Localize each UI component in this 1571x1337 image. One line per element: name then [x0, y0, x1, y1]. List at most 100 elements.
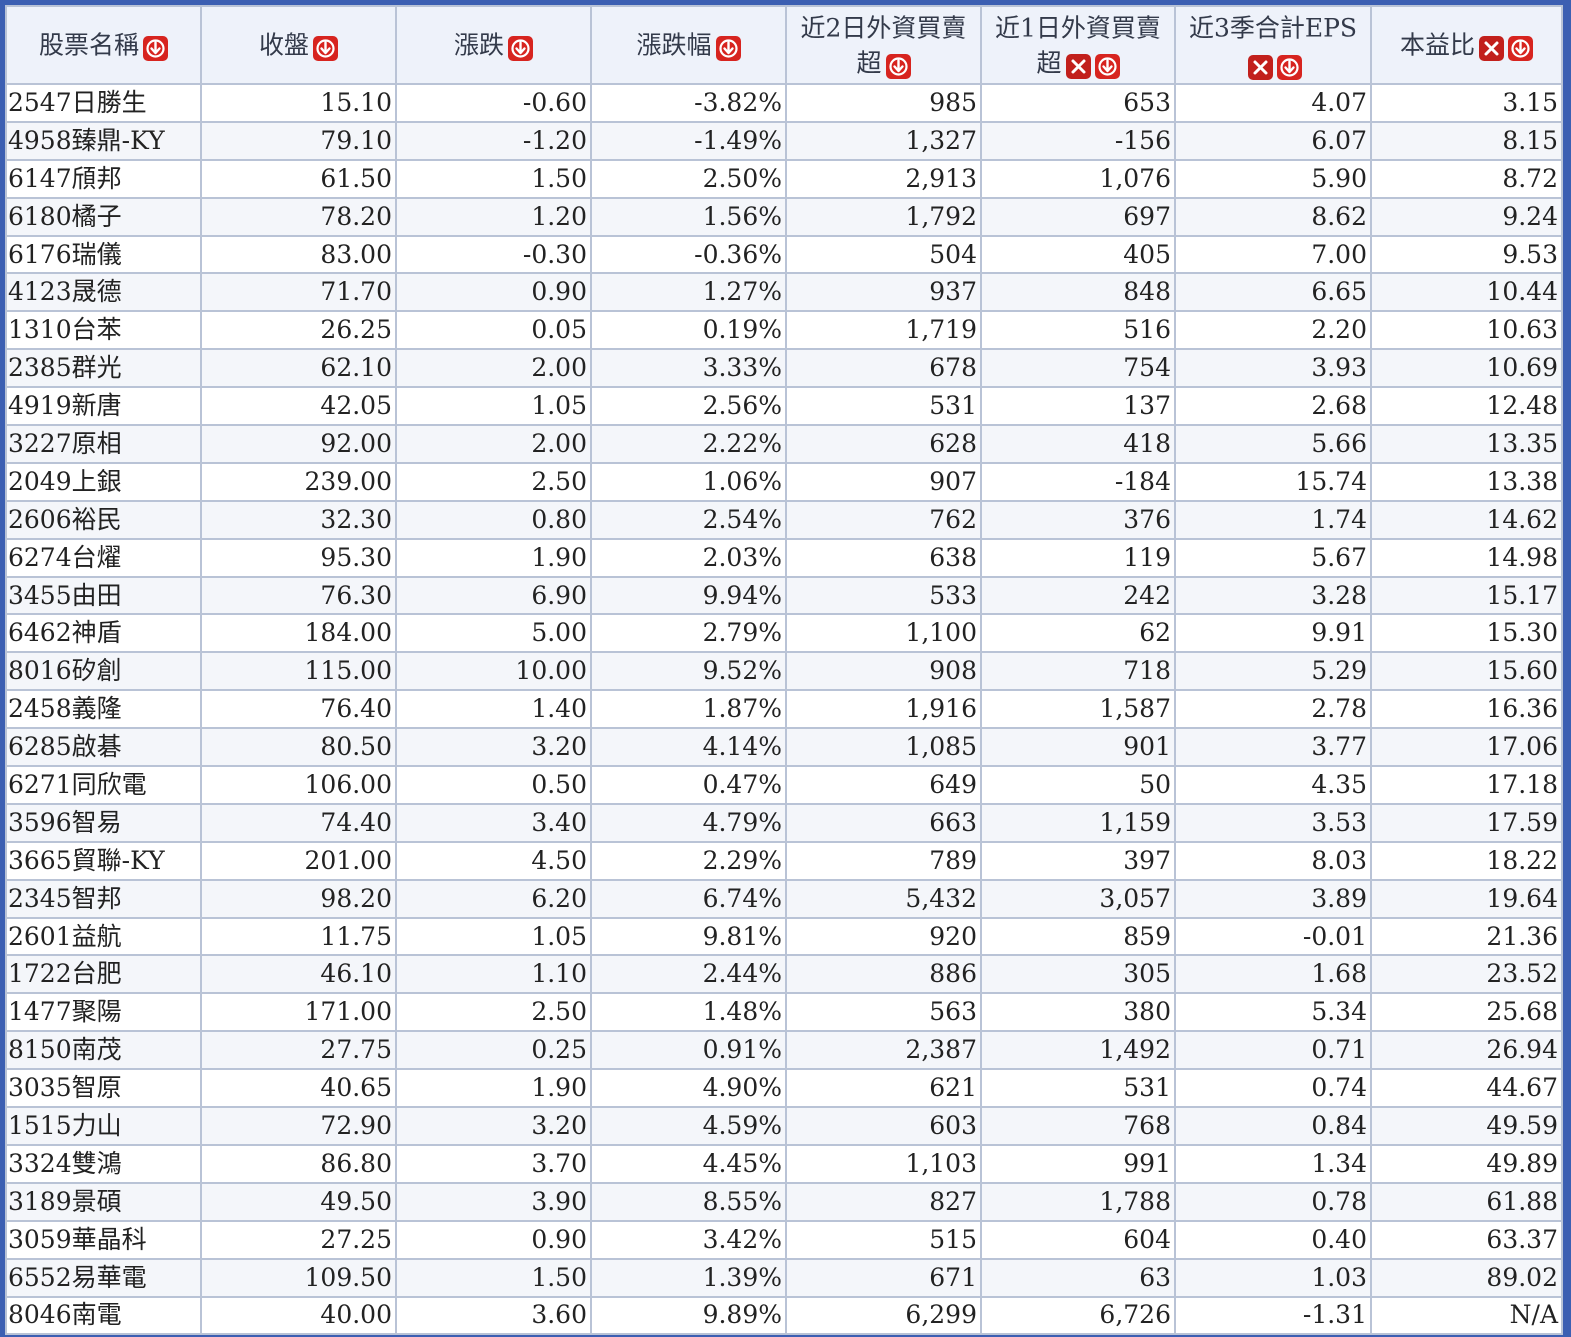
sort-down-icon[interactable] — [1094, 54, 1120, 79]
cell-stock-name[interactable]: 8016矽創 — [5, 651, 202, 692]
cell-stock-name[interactable]: 3596智易 — [5, 802, 202, 843]
column-header-5[interactable]: 近1日外資買賣超 — [980, 5, 1176, 85]
cell-close-price: 79.10 — [200, 120, 397, 161]
table-row[interactable]: 3227原相 92.00 2.00 2.22% 628 418 5.66 13.35 — [5, 424, 1563, 464]
column-header-4[interactable]: 近2日外資買賣超 — [785, 5, 982, 85]
sort-down-icon[interactable] — [313, 36, 338, 62]
table-row[interactable]: 1722台肥 46.10 1.10 2.44% 886 305 1.68 23.52 — [5, 954, 1563, 995]
table-row[interactable]: 3455由田 76.30 6.90 9.94% 533 242 3.28 15.17 — [5, 575, 1563, 616]
sort-down-icon[interactable] — [1277, 54, 1302, 80]
cell-stock-name[interactable]: 6176瑞儀 — [5, 234, 202, 275]
cell-stock-name[interactable]: 6552易華電 — [5, 1257, 202, 1298]
cell-stock-name[interactable]: 3665貿聯-KY — [5, 840, 202, 881]
cell-stock-name[interactable]: 2601益航 — [5, 916, 202, 957]
table-row[interactable]: 6274台燿 95.30 1.90 2.03% 638 119 5.67 14.98 — [5, 537, 1563, 578]
cell-stock-name[interactable]: 6462神盾 — [5, 613, 202, 654]
cell-stock-name[interactable]: 3035智原 — [5, 1068, 202, 1109]
cell-stock-name[interactable]: 8046南電 — [5, 1295, 202, 1336]
table-row[interactable]: 4919新唐 42.05 1.05 2.56% 531 137 2.68 12.48 — [5, 386, 1563, 427]
column-header-0[interactable]: 股票名稱 — [5, 5, 202, 85]
cell-stock-name[interactable]: 4919新唐 — [5, 386, 202, 427]
table-row[interactable]: 3324雙鴻 86.80 3.70 4.45% 1,103 991 1.34 49.89 — [5, 1143, 1563, 1184]
cell-foreign-net-1d: 768 — [980, 1106, 1176, 1146]
column-header-2[interactable]: 漲跌 — [395, 5, 592, 85]
cell-stock-name[interactable]: 1310台苯 — [5, 310, 202, 351]
column-header-7[interactable]: 本益比 — [1370, 5, 1563, 85]
cell-stock-name[interactable]: 4958臻鼎-KY — [5, 120, 202, 161]
cell-stock-name[interactable]: 2547日勝生 — [5, 83, 202, 123]
cell-stock-name[interactable]: 3059華晶科 — [5, 1219, 202, 1260]
cell-foreign-net-2d: 2,913 — [785, 158, 982, 199]
table-row[interactable]: 8150南茂 27.75 0.25 0.91% 2,387 1,492 0.71 26.94 — [5, 1030, 1563, 1071]
table-row[interactable]: 2049上銀 239.00 2.50 1.06% 907 -184 15.74 13.38 — [5, 461, 1563, 502]
cell-change-percent: 3.42% — [590, 1219, 787, 1260]
cell-stock-name[interactable]: 2049上銀 — [5, 461, 202, 502]
sort-down-icon[interactable] — [1508, 36, 1533, 62]
cell-stock-name[interactable]: 3189景碩 — [5, 1181, 202, 1222]
table-row[interactable]: 4123晟德 71.70 0.90 1.27% 937 848 6.65 10.44 — [5, 272, 1563, 313]
cell-stock-name[interactable]: 6285啟碁 — [5, 727, 202, 768]
cell-stock-name[interactable]: 6180橘子 — [5, 196, 202, 237]
clear-filter-icon[interactable] — [1248, 54, 1273, 80]
cell-foreign-net-1d: 305 — [980, 954, 1176, 995]
cell-stock-name[interactable]: 6271同欣電 — [5, 765, 202, 805]
cell-stock-name[interactable]: 2385群光 — [5, 348, 202, 389]
cell-stock-name[interactable]: 1477聚陽 — [5, 992, 202, 1033]
cell-foreign-net-1d: 1,159 — [980, 802, 1176, 843]
cell-foreign-net-1d: 604 — [980, 1219, 1176, 1260]
cell-stock-name[interactable]: 3324雙鴻 — [5, 1143, 202, 1184]
table-row[interactable]: 3665貿聯-KY 201.00 4.50 2.29% 789 397 8.03 18.22 — [5, 840, 1563, 881]
table-row[interactable]: 6147頎邦 61.50 1.50 2.50% 2,913 1,076 5.90 8.72 — [5, 158, 1563, 199]
cell-stock-name[interactable]: 1722台肥 — [5, 954, 202, 995]
cell-stock-name[interactable]: 3227原相 — [5, 424, 202, 464]
cell-stock-name[interactable]: 6274台燿 — [5, 537, 202, 578]
table-row[interactable]: 6552易華電 109.50 1.50 1.39% 671 63 1.03 89.02 — [5, 1257, 1563, 1298]
table-row[interactable]: 2606裕民 32.30 0.80 2.54% 762 376 1.74 14.62 — [5, 499, 1563, 540]
table-row[interactable]: 1310台苯 26.25 0.05 0.19% 1,719 516 2.20 10.63 — [5, 310, 1563, 351]
cell-close-price: 171.00 — [200, 992, 397, 1033]
table-row[interactable]: 1515力山 72.90 3.20 4.59% 603 768 0.84 49.59 — [5, 1106, 1563, 1146]
table-row[interactable]: 1477聚陽 171.00 2.50 1.48% 563 380 5.34 25.68 — [5, 992, 1563, 1033]
clear-filter-icon[interactable] — [1479, 36, 1504, 62]
table-row[interactable]: 3035智原 40.65 1.90 4.90% 621 531 0.74 44.67 — [5, 1068, 1563, 1109]
table-row[interactable]: 2547日勝生 15.10 -0.60 -3.82% 985 653 4.07 3.15 — [5, 83, 1563, 123]
cell-change-percent: 2.56% — [590, 386, 787, 427]
cell-stock-name[interactable]: 2345智邦 — [5, 878, 202, 919]
cell-stock-name[interactable]: 3455由田 — [5, 575, 202, 616]
table-row[interactable]: 8046南電 40.00 3.60 9.89% 6,299 6,726 -1.31 N/A — [5, 1295, 1563, 1336]
cell-change-percent: 2.79% — [590, 613, 787, 654]
table-row[interactable]: 2345智邦 98.20 6.20 6.74% 5,432 3,057 3.89 19.64 — [5, 878, 1563, 919]
sort-down-icon[interactable] — [715, 36, 741, 62]
cell-stock-name[interactable]: 8150南茂 — [5, 1030, 202, 1071]
clear-filter-icon[interactable] — [1065, 54, 1091, 79]
cell-foreign-net-2d: 907 — [785, 461, 982, 502]
cell-stock-name[interactable]: 4123晟德 — [5, 272, 202, 313]
column-header-3[interactable]: 漲跌幅 — [590, 5, 787, 85]
table-row[interactable]: 2601益航 11.75 1.05 9.81% 920 859 -0.01 21.36 — [5, 916, 1563, 957]
cell-stock-name[interactable]: 2606裕民 — [5, 499, 202, 540]
column-header-6[interactable]: 近3季合計EPS — [1174, 5, 1372, 85]
table-row[interactable]: 3189景碩 49.50 3.90 8.55% 827 1,788 0.78 61.88 — [5, 1181, 1563, 1222]
table-row[interactable]: 6462神盾 184.00 5.00 2.79% 1,100 62 9.91 15.30 — [5, 613, 1563, 654]
table-row[interactable]: 3596智易 74.40 3.40 4.79% 663 1,159 3.53 17.59 — [5, 802, 1563, 843]
cell-stock-name[interactable]: 6147頎邦 — [5, 158, 202, 199]
table-row[interactable]: 6180橘子 78.20 1.20 1.56% 1,792 697 8.62 9.24 — [5, 196, 1563, 237]
sort-down-icon[interactable] — [143, 36, 168, 62]
table-row[interactable]: 8016矽創 115.00 10.00 9.52% 908 718 5.29 15.60 — [5, 651, 1563, 692]
cell-stock-name[interactable]: 1515力山 — [5, 1106, 202, 1146]
table-row[interactable]: 6285啟碁 80.50 3.20 4.14% 1,085 901 3.77 17.06 — [5, 727, 1563, 768]
table-row[interactable]: 2458義隆 76.40 1.40 1.87% 1,916 1,587 2.78 16.36 — [5, 689, 1563, 730]
cell-eps-3q: 0.84 — [1174, 1106, 1372, 1146]
sort-down-icon[interactable] — [508, 36, 533, 62]
cell-foreign-net-1d: 418 — [980, 424, 1176, 464]
column-header-1[interactable]: 收盤 — [200, 5, 397, 85]
cell-eps-3q: 5.90 — [1174, 158, 1372, 199]
cell-foreign-net-1d: 242 — [980, 575, 1176, 616]
table-row[interactable]: 6271同欣電 106.00 0.50 0.47% 649 50 4.35 17.18 — [5, 765, 1563, 805]
table-row[interactable]: 3059華晶科 27.25 0.90 3.42% 515 604 0.40 63.37 — [5, 1219, 1563, 1260]
table-row[interactable]: 4958臻鼎-KY 79.10 -1.20 -1.49% 1,327 -156 6.07 8.… — [5, 120, 1563, 161]
sort-down-icon[interactable] — [885, 54, 911, 79]
table-row[interactable]: 2385群光 62.10 2.00 3.33% 678 754 3.93 10.69 — [5, 348, 1563, 389]
cell-stock-name[interactable]: 2458義隆 — [5, 689, 202, 730]
table-row[interactable]: 6176瑞儀 83.00 -0.30 -0.36% 504 405 7.00 9.53 — [5, 234, 1563, 275]
